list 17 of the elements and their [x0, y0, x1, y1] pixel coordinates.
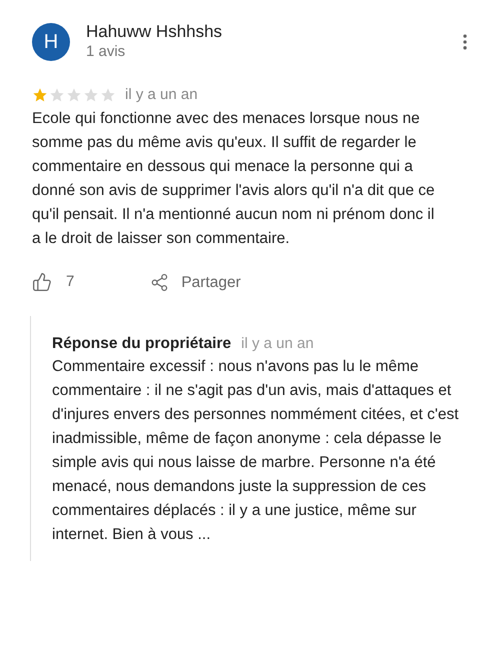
star-icon — [49, 87, 65, 104]
star-icon — [32, 87, 48, 104]
star-icon — [83, 87, 99, 104]
share-button[interactable]: Partager — [150, 270, 241, 294]
star-icon — [100, 87, 116, 104]
star-icon — [66, 87, 82, 104]
thumbs-up-icon — [32, 272, 52, 292]
avatar: H — [32, 23, 70, 61]
review-text: Ecole qui fonctionne avec des menaces lorsque nous ne somme pas du même avis qu'eux. Il suffit de regarder le commentaire en dessous qui menace la personne qui a donné son avis de supprimer l'avis alors qu'il n'a dit que ce qu'il pensait. Il n'a mentionné aucun nom ni prénom donc il a le droit de laisser son commentaire. — [31, 108, 436, 248]
reply-title: Réponse du propriétaire — [52, 334, 232, 354]
review-time: il y a un an — [125, 85, 198, 105]
review-count: 1 avis — [86, 42, 126, 62]
like-button[interactable]: 7 — [32, 270, 74, 294]
share-icon — [150, 272, 170, 292]
reply-text: Commentaire excessif : nous n'avons pas lu le même commentaire : il ne s'agit pas d'un avis, mais d'attaques et d'injures envers des personnes nommément citées, et c'est inadmissible, même de façon anonyme : cela dépasse le simple avis qui nous laisse de marbre. Personne n'a été menacé, nous demandons juste la suppression de ces commentaires déplacés : il y a une justice, même sur internet. Bien à vous ... — [52, 357, 460, 546]
reply-time: il y a un an — [241, 334, 314, 354]
reviewer-name[interactable]: Hahuww Hshhshs — [86, 22, 455, 42]
